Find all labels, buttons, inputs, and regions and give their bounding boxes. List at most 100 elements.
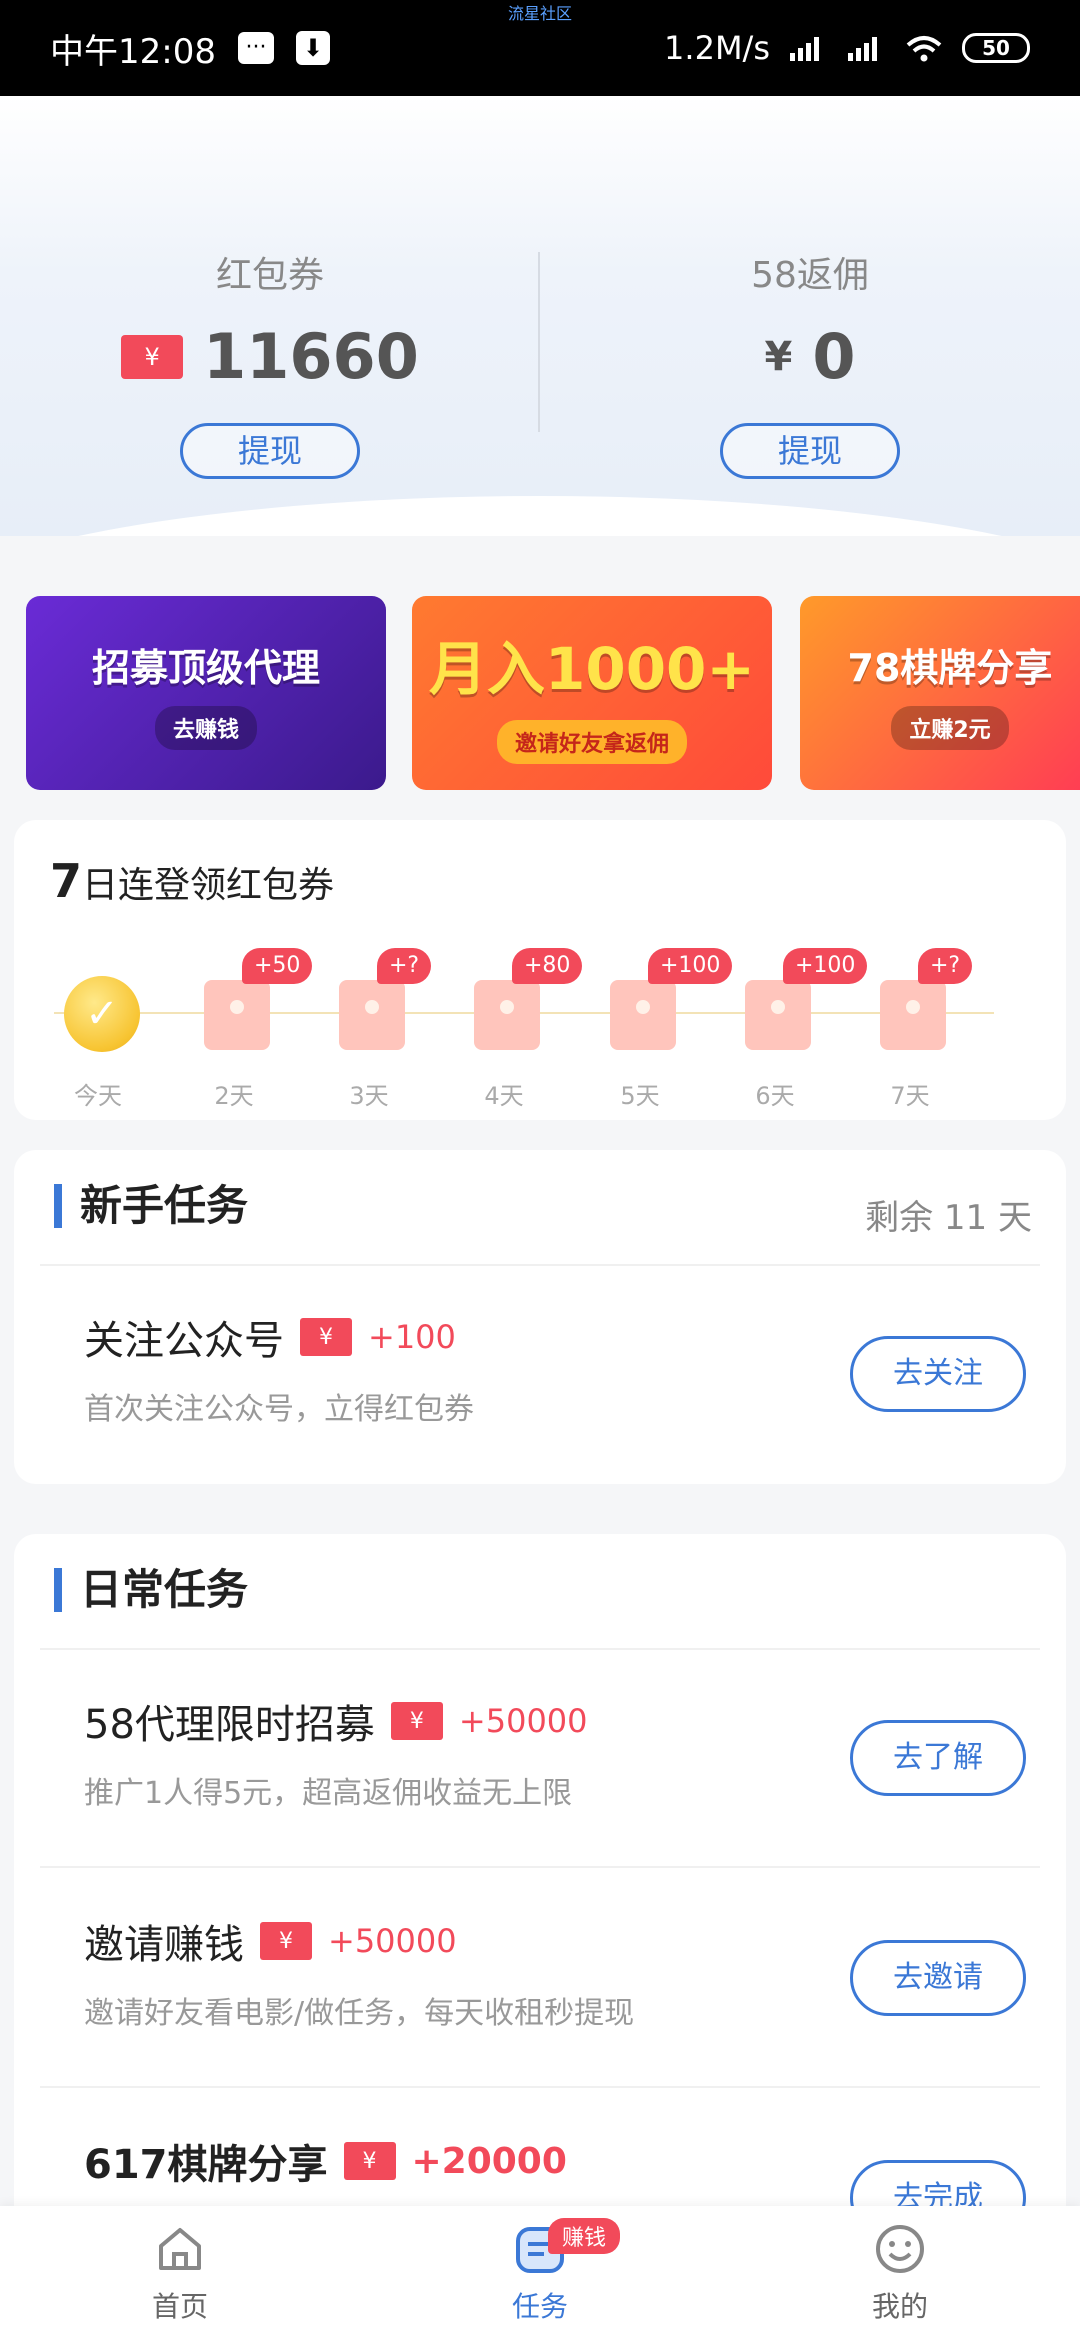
task-title-row: 58代理限时招募 ¥ +50000 <box>84 1692 588 1750</box>
red-envelope-icon <box>339 980 405 1050</box>
follow-button[interactable]: 去关注 <box>850 1336 1026 1412</box>
coupon-value-row: ¥ 11660 <box>0 320 540 393</box>
commission-balance: 58返佣 ¥0 提现 <box>540 246 1080 479</box>
section-title: 日常任务 <box>54 1568 248 1612</box>
day-badge: +80 <box>512 948 583 984</box>
nav-item-home[interactable]: 首页 <box>0 2206 360 2340</box>
coupon-value: 11660 <box>203 320 419 393</box>
red-envelope-icon <box>204 980 270 1050</box>
signin-card: 7日连登领红包券 ✓ 今天 +50 2天 +? 3天 +80 4天 +100 5… <box>14 820 1066 1120</box>
battery-icon: 50 <box>962 33 1030 63</box>
status-bar: 中午12:08 ··· ⬇ 流星社区 1.2M/s 50 <box>0 0 1080 96</box>
watermark: 流星社区 <box>507 4 573 23</box>
banner-invite[interactable]: 月入1000+ 邀请好友拿返佣 <box>412 596 772 790</box>
commission-value-row: ¥0 <box>540 320 1080 393</box>
task-invite: 邀请赚钱 ¥ +50000 邀请好友看电影/做任务，每天收租秒提现 去邀请 <box>14 1870 1066 2090</box>
section-title: 新手任务 <box>54 1184 248 1228</box>
currency-symbol: ¥ <box>764 333 793 380</box>
task-reward: +100 <box>368 1318 456 1356</box>
banner-main: 78棋牌分享 <box>847 645 1053 690</box>
net-speed: 1.2M/s <box>664 29 770 67</box>
task-title: 58代理限时招募 <box>84 1702 375 1748</box>
coupon-icon: ¥ <box>343 2142 396 2180</box>
signal-icon <box>788 33 828 63</box>
status-time: 中午12:08 <box>50 31 216 72</box>
check-coin-icon: ✓ <box>64 976 140 1052</box>
signin-days: ✓ 今天 +50 2天 +? 3天 +80 4天 +100 5天 +100 6天 <box>34 940 1034 1110</box>
invite-button[interactable]: 去邀请 <box>850 1940 1026 2016</box>
day-label: 4天 <box>484 1082 524 1110</box>
coupon-balance: 红包券 ¥ 11660 提现 <box>0 246 540 479</box>
day-label: 3天 <box>349 1082 389 1110</box>
task-follow-account: 关注公众号 ¥ +100 首次关注公众号，立得红包券 去关注 <box>14 1266 1066 1486</box>
banner-sub: 立赚2元 <box>891 705 1009 750</box>
banner-sub: 邀请好友拿返佣 <box>496 720 687 764</box>
status-right: 1.2M/s 50 <box>664 29 1030 67</box>
wifi-icon <box>904 33 944 63</box>
day-badge: +? <box>918 948 973 984</box>
task-title-row: 617棋牌分享 ¥ +20000 <box>84 2132 567 2190</box>
day-label: 6天 <box>755 1082 795 1110</box>
banner-main: 月入1000+ <box>428 635 756 703</box>
nav-item-tasks[interactable]: 任务 <box>360 2206 720 2340</box>
task-desc: 邀请好友看电影/做任务，每天收租秒提现 <box>84 1996 635 2031</box>
day-badge: +50 <box>242 948 313 984</box>
signin-title-text: 日连登领红包券 <box>82 865 335 906</box>
commission-label: 58返佣 <box>751 255 869 296</box>
red-envelope-icon <box>745 980 811 1050</box>
day-label: 5天 <box>620 1082 660 1110</box>
task-divider <box>40 1866 1040 1868</box>
remaining-days: 剩余 11 天 <box>865 1198 1032 1238</box>
coupon-icon: ¥ <box>300 1318 352 1356</box>
red-envelope-icon <box>880 980 946 1050</box>
signin-title-number: 7 <box>50 854 83 908</box>
commission-withdraw-button[interactable]: 提现 <box>720 423 900 479</box>
coupon-icon: ¥ <box>121 334 184 379</box>
task-divider <box>40 2086 1040 2088</box>
status-left: 中午12:08 ··· ⬇ <box>50 24 330 73</box>
smile-icon <box>872 2221 928 2277</box>
day-label: 今天 <box>74 1082 122 1110</box>
home-icon <box>152 2221 208 2277</box>
banner-share[interactable]: 78棋牌分享 立赚2元 <box>800 596 1080 790</box>
bottom-nav: 首页 任务 我的 赚钱 <box>0 2206 1080 2340</box>
nav-item-mine[interactable]: 我的 <box>720 2206 1080 2340</box>
daily-tasks-card: 日常任务 58代理限时招募 ¥ +50000 推广1人得5元，超高返佣收益无上限… <box>14 1534 1066 2254</box>
task-title-row: 关注公众号 ¥ +100 <box>84 1308 456 1366</box>
banner-main: 招募顶级代理 <box>91 645 320 690</box>
nav-label: 我的 <box>871 2290 928 2323</box>
coupon-label: 红包券 <box>215 255 324 296</box>
task-reward: +20000 <box>411 2140 567 2182</box>
day-badge: +? <box>377 948 432 984</box>
signal-icon-2 <box>846 33 886 63</box>
banner-sub: 去赚钱 <box>154 705 257 750</box>
task-title: 关注公众号 <box>84 1318 284 1364</box>
day-label: 2天 <box>214 1082 254 1110</box>
task-desc: 推广1人得5元，超高返佣收益无上限 <box>84 1776 573 1811</box>
task-reward: +50000 <box>458 1702 588 1740</box>
task-desc: 首次关注公众号，立得红包券 <box>84 1392 474 1427</box>
download-icon: ⬇ <box>295 31 330 65</box>
task-agent-recruit: 58代理限时招募 ¥ +50000 推广1人得5元，超高返佣收益无上限 去了解 <box>14 1650 1066 1870</box>
banner-carousel: 招募顶级代理 去赚钱 月入1000+ 邀请好友拿返佣 78棋牌分享 立赚2元 <box>0 596 1080 790</box>
task-reward: +50000 <box>328 1922 457 1960</box>
coupon-icon: ¥ <box>260 1922 312 1960</box>
learn-more-button[interactable]: 去了解 <box>850 1720 1026 1796</box>
red-envelope-icon <box>610 980 676 1050</box>
nav-label: 首页 <box>151 2290 208 2323</box>
wallet-section: 红包券 ¥ 11660 提现 58返佣 ¥0 提现 <box>0 96 1080 536</box>
day-label: 7天 <box>890 1082 930 1110</box>
coupon-icon: ¥ <box>390 1702 443 1740</box>
task-title-row: 邀请赚钱 ¥ +50000 <box>84 1912 457 1970</box>
day-badge: +100 <box>648 948 733 984</box>
signin-title: 7日连登领红包券 <box>50 854 334 908</box>
nav-label: 任务 <box>511 2290 568 2323</box>
wallet-curve <box>0 496 1080 536</box>
coupon-withdraw-button[interactable]: 提现 <box>180 423 360 479</box>
day-badge: +100 <box>783 948 868 984</box>
commission-value: 0 <box>812 320 856 393</box>
newbie-tasks-card: 新手任务 剩余 11 天 关注公众号 ¥ +100 首次关注公众号，立得红包券 … <box>14 1150 1066 1484</box>
banner-agent[interactable]: 招募顶级代理 去赚钱 <box>26 596 386 790</box>
earn-badge: 赚钱 <box>548 2218 621 2254</box>
task-title: 617棋牌分享 <box>84 2142 328 2188</box>
